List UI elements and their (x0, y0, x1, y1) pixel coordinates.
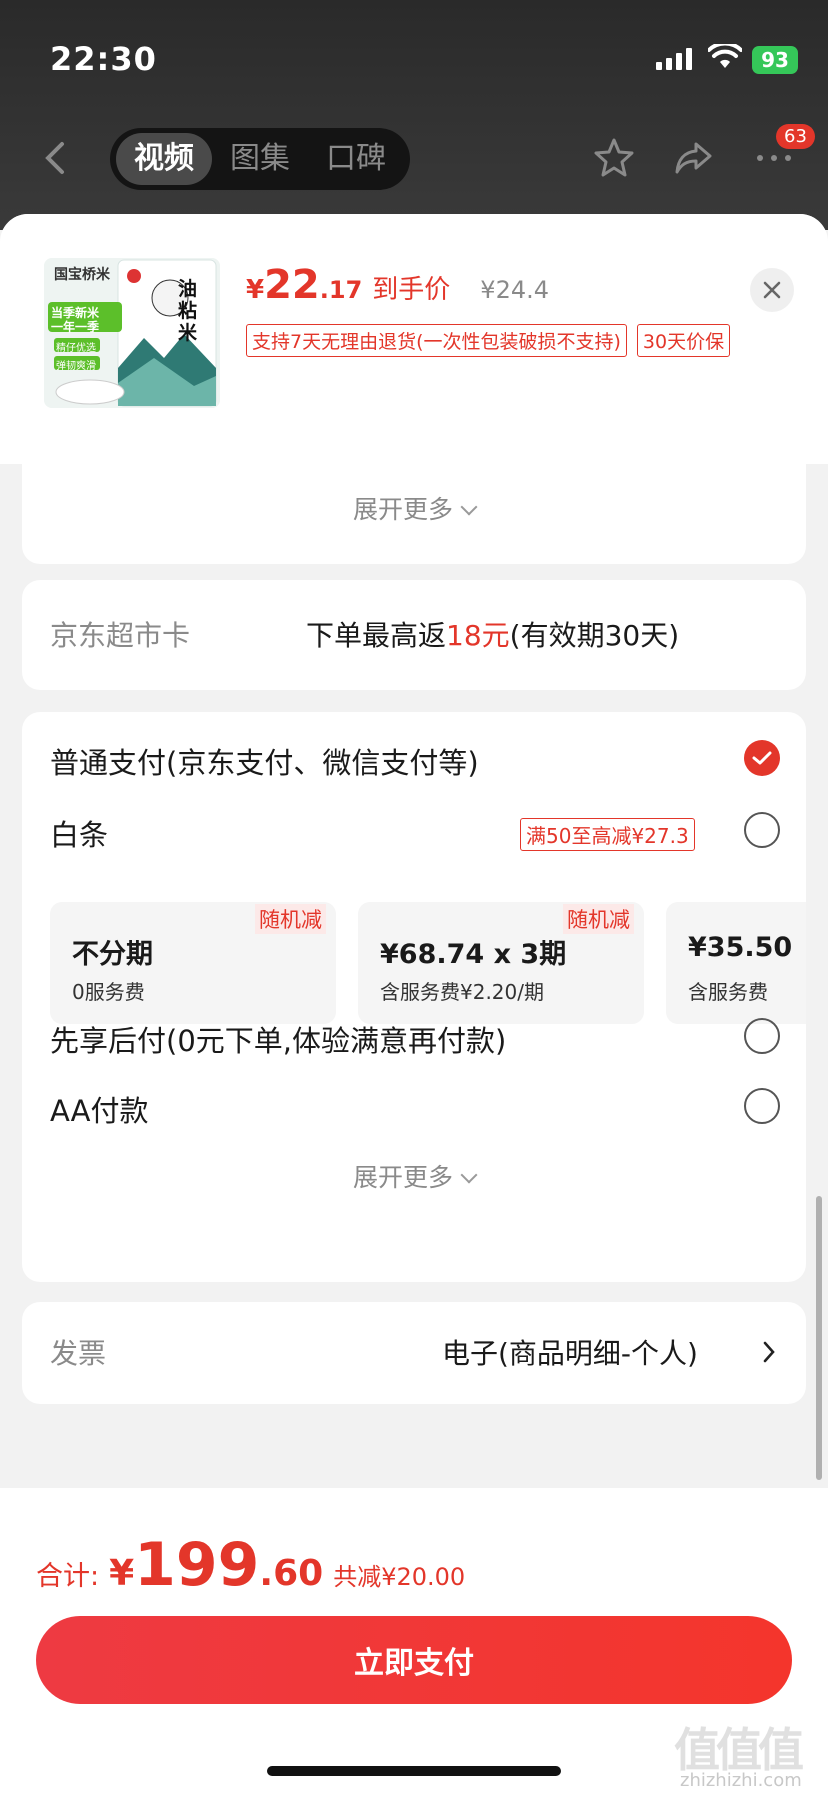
total-integer: 199 (134, 1530, 260, 1600)
baitiao-label[interactable]: 白条 (50, 812, 108, 854)
price-protect-tag: 30天价保 (636, 324, 731, 357)
invoice-label: 发票 (50, 1337, 107, 1370)
expand-more-label: 展开更多 (352, 1163, 453, 1192)
supermarket-card-value: 下单最高返18元(有效期30天) (306, 614, 679, 654)
tab-video[interactable]: 视频 (116, 133, 212, 185)
price-integer: 22 (264, 262, 320, 308)
random-discount-badge: 随机减 (563, 904, 634, 934)
product-chip-1: 精仔优选 (56, 343, 96, 354)
total-savings: 共减¥20.00 (333, 1563, 466, 1591)
battery-level: 93 (761, 48, 789, 72)
baitiao-promo-tag: 满50至高减¥27.3 (520, 818, 695, 851)
payment-methods-card: 普通支付(京东支付、微信支付等) 白条 满50至高减¥27.3 随机减 不分期 … (22, 712, 806, 1282)
aa-payment-radio[interactable] (744, 1088, 780, 1124)
installment-main: 不分期 (72, 939, 153, 970)
tab-gallery[interactable]: 图集 (212, 133, 308, 185)
price-row: ¥ 22 .17 到手价 ¥24.4 (246, 262, 549, 308)
cashback-amount: 18元 (446, 619, 510, 652)
original-price: ¥24.4 (480, 276, 550, 304)
return-policy-tag: 支持7天无理由退货(一次性包装破损不支持) (246, 324, 627, 357)
service-tags: 支持7天无理由退货(一次性包装破损不支持) 30天价保 (246, 324, 731, 357)
scrollbar[interactable] (816, 1196, 822, 1480)
product-chip-2: 弹韧爽滑 (56, 361, 96, 372)
star-icon[interactable] (592, 136, 636, 180)
installment-option-3[interactable]: 随机减 ¥68.74 x 3期 含服务费¥2.20/期 (358, 902, 644, 1024)
installment-sub: 含服务费¥2.20/期 (380, 980, 544, 1004)
share-icon[interactable] (672, 136, 716, 180)
product-brand: 国宝桥米 (54, 267, 110, 283)
cashback-suffix: (有效期30天) (509, 619, 680, 652)
total-decimal: .60 (259, 1553, 324, 1594)
chevron-right-icon (763, 1341, 775, 1363)
installment-sub: 含服务费 (688, 980, 768, 1004)
watermark-sub: zhizhizhi.com (680, 1770, 802, 1791)
product-image[interactable]: 国宝桥米 油粘米 当季新米 一年一季 精仔优选 弹韧爽滑 (44, 258, 220, 408)
price-symbol: ¥ (246, 275, 265, 305)
normal-payment-radio[interactable] (744, 740, 780, 776)
product-name: 油粘米 (178, 278, 198, 344)
random-discount-badge: 随机减 (255, 904, 326, 934)
price-label: 到手价 (372, 275, 451, 305)
invoice-value: 电子(商品明细-个人) (442, 1337, 698, 1370)
battery-icon: 93 (752, 46, 798, 74)
pay-now-button[interactable]: 立即支付 (36, 1616, 792, 1704)
expand-more-button[interactable]: 展开更多 (22, 490, 806, 526)
pay-later-radio[interactable] (744, 1018, 780, 1054)
installment-option-6[interactable]: ¥35.50 含服务费 (666, 902, 806, 1024)
installment-sub: 0服务费 (72, 980, 145, 1004)
watermark-logo: 值值值 zhizhizhi.com (674, 1714, 824, 1792)
back-icon[interactable] (40, 140, 72, 176)
total-row: 合计: ¥ 199 .60 共减¥20.00 (36, 1530, 465, 1600)
notification-badge: 63 (776, 124, 815, 149)
price-decimal: .17 (319, 276, 363, 304)
address-section: 展开更多 (22, 464, 806, 564)
expand-more-payments-button[interactable]: 展开更多 (22, 1158, 806, 1194)
product-promo-line2: 一年一季 (51, 320, 100, 334)
chevron-down-icon (460, 498, 478, 516)
aa-payment-label[interactable]: AA付款 (50, 1088, 148, 1130)
media-tabs: 视频 图集 口碑 (110, 128, 410, 190)
cashback-prefix: 下单最高返 (306, 619, 447, 652)
close-button[interactable] (750, 268, 794, 312)
baitiao-radio[interactable] (744, 812, 780, 848)
product-header: 国宝桥米 油粘米 当季新米 一年一季 精仔优选 弹韧爽滑 ¥ 22 .17 到手… (0, 214, 828, 464)
installment-option-none[interactable]: 随机减 不分期 0服务费 (50, 902, 336, 1024)
cellular-signal-icon (656, 48, 692, 70)
installment-main: ¥68.74 x 3期 (380, 939, 567, 970)
checkout-footer: 合计: ¥ 199 .60 共减¥20.00 立即支付 值值值 zhizhizh… (0, 1488, 828, 1793)
clock: 22:30 (50, 40, 157, 78)
wifi-icon (708, 44, 742, 68)
expand-more-label: 展开更多 (352, 495, 453, 524)
tab-reviews[interactable]: 口碑 (308, 133, 404, 185)
invoice-row[interactable]: 发票 电子(商品明细-个人) (22, 1302, 806, 1404)
top-navbar: 视频 图集 口碑 63 (0, 124, 828, 190)
status-bar: 22:30 93 (0, 0, 828, 110)
total-symbol: ¥ (109, 1553, 135, 1594)
chevron-down-icon (460, 1166, 478, 1184)
home-indicator[interactable] (267, 1766, 561, 1776)
close-icon (763, 281, 781, 299)
supermarket-card-label: 京东超市卡 (50, 619, 191, 652)
total-label: 合计: (36, 1561, 100, 1592)
supermarket-card-row[interactable]: 京东超市卡 下单最高返18元(有效期30天) (22, 580, 806, 690)
installment-main: ¥35.50 (688, 932, 793, 963)
pay-later-label[interactable]: 先享后付(0元下单,体验满意再付款) (50, 1018, 506, 1060)
normal-payment-label[interactable]: 普通支付(京东支付、微信支付等) (50, 740, 479, 782)
check-icon (752, 751, 772, 765)
installment-options: 随机减 不分期 0服务费 随机减 ¥68.74 x 3期 含服务费¥2.20/期… (50, 902, 806, 1024)
